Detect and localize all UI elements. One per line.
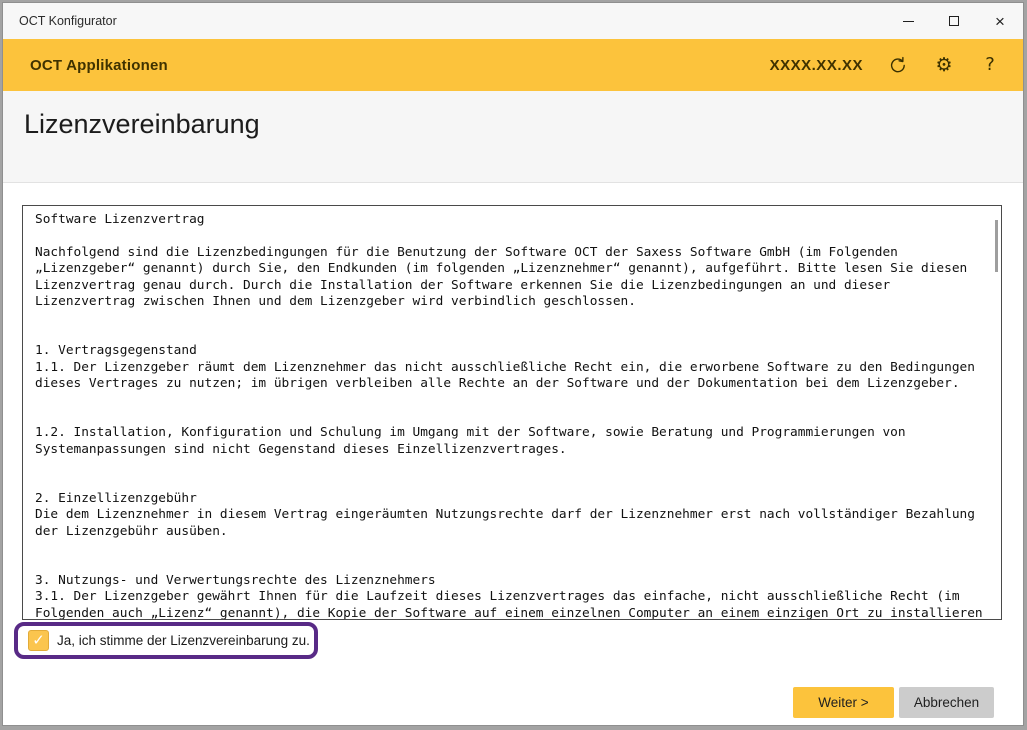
- license-text: Software Lizenzvertrag Nachfolgend sind …: [23, 206, 1001, 620]
- app-title: OCT Applikationen: [30, 57, 168, 74]
- agreement-label[interactable]: Ja, ich stimme der Lizenzvereinbarung zu…: [57, 633, 310, 648]
- scrollbar-thumb[interactable]: [995, 220, 998, 272]
- close-button[interactable]: ×: [977, 3, 1023, 39]
- maximize-icon: [949, 16, 959, 26]
- agreement-checkbox[interactable]: ✓: [28, 630, 49, 651]
- app-header-actions: XXXX.XX.XX ⚙ ?: [770, 39, 1001, 91]
- next-button[interactable]: Weiter >: [793, 687, 894, 718]
- checkmark-icon: ✓: [32, 633, 45, 648]
- refresh-icon: [889, 56, 908, 75]
- close-icon: ×: [995, 13, 1005, 30]
- app-header: OCT Applikationen XXXX.XX.XX ⚙ ?: [3, 39, 1023, 91]
- refresh-button[interactable]: [887, 53, 909, 77]
- content-area: Software Lizenzvertrag Nachfolgend sind …: [3, 184, 1023, 725]
- page-header: Lizenzvereinbarung: [3, 91, 1023, 183]
- minimize-icon: [903, 21, 914, 22]
- titlebar[interactable]: OCT Konfigurator ×: [3, 3, 1023, 39]
- page-title: Lizenzvereinbarung: [24, 109, 260, 140]
- window-controls: ×: [885, 3, 1023, 39]
- window-title: OCT Konfigurator: [19, 14, 117, 28]
- annotation-highlight: ✓ Ja, ich stimme der Lizenzvereinbarung …: [14, 622, 318, 659]
- gear-icon: ⚙: [935, 56, 952, 75]
- help-icon: ?: [985, 56, 995, 74]
- license-text-area[interactable]: Software Lizenzvertrag Nachfolgend sind …: [22, 205, 1002, 620]
- maximize-button[interactable]: [931, 3, 977, 39]
- version-label: XXXX.XX.XX: [770, 57, 863, 74]
- minimize-button[interactable]: [885, 3, 931, 39]
- cancel-button[interactable]: Abbrechen: [899, 687, 994, 718]
- settings-button[interactable]: ⚙: [933, 53, 955, 77]
- app-window: OCT Konfigurator × OCT Applikationen XXX…: [2, 2, 1024, 726]
- help-button[interactable]: ?: [979, 53, 1001, 77]
